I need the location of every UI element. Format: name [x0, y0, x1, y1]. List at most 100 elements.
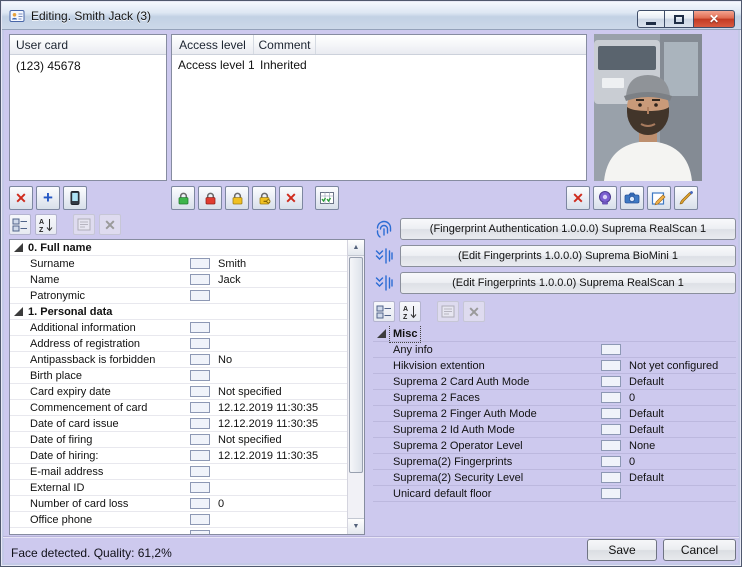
vertical-scrollbar[interactable]: ▲ ▼	[347, 240, 364, 534]
property-editor-box[interactable]	[601, 456, 621, 467]
remove-access-button[interactable]: ✕	[279, 186, 303, 210]
access-level-row[interactable]: Access level 1 Inherited	[172, 55, 586, 74]
lock-red-button[interactable]	[198, 186, 222, 210]
property-row[interactable]: Suprema(2) Fingerprints 0	[373, 454, 736, 470]
maximize-button[interactable]	[665, 10, 693, 28]
clear-property-button[interactable]: ✕	[99, 214, 121, 235]
property-editor-box[interactable]	[190, 274, 210, 285]
property-row[interactable]: Commencement of card 12.12.2019 11:30:35	[10, 400, 347, 416]
clear-property-button[interactable]: ✕	[463, 301, 485, 322]
sort-alphabetical-button[interactable]: A Z	[399, 301, 421, 322]
delete-card-button[interactable]: ✕	[9, 186, 33, 210]
edit-fingerprints-biomini-button[interactable]: (Edit Fingerprints 1.0.0.0) Suprema BioM…	[400, 245, 736, 267]
property-editor-box[interactable]	[190, 258, 210, 269]
add-card-button[interactable]: +	[36, 186, 60, 210]
property-row[interactable]: Date of firing Not specified	[10, 432, 347, 448]
property-editor-box[interactable]	[190, 322, 210, 333]
property-row[interactable]: Date of card issue 12.12.2019 11:30:35	[10, 416, 347, 432]
user-card-column-header[interactable]: User card	[10, 35, 166, 55]
minimize-button[interactable]	[637, 10, 665, 28]
property-row[interactable]: E-mail address	[10, 464, 347, 480]
lock-key-button[interactable]	[252, 186, 276, 210]
sort-alphabetical-button[interactable]: A Z	[35, 214, 57, 235]
read-card-button[interactable]	[63, 186, 87, 210]
access-level-column-header[interactable]: Access level	[172, 35, 254, 54]
property-row-name[interactable]: Name Jack	[10, 272, 347, 288]
property-row[interactable]: Hikvision extention Not yet configured	[373, 358, 736, 374]
property-editor-box[interactable]	[601, 344, 621, 355]
property-row[interactable]: Suprema 2 Id Auth Mode Default	[373, 422, 736, 438]
property-editor-box[interactable]	[190, 418, 210, 429]
property-row-surname[interactable]: Surname Smith	[10, 256, 347, 272]
lock-green-button[interactable]	[171, 186, 195, 210]
property-editor-box[interactable]	[601, 360, 621, 371]
property-row[interactable]: Address of registration	[10, 336, 347, 352]
save-button[interactable]: Save	[587, 539, 657, 561]
property-editor-box[interactable]	[190, 530, 210, 534]
edit-fingerprints-realscan-button[interactable]: (Edit Fingerprints 1.0.0.0) Suprema Real…	[400, 272, 736, 294]
property-row[interactable]: Any info	[373, 342, 736, 358]
property-editor-box[interactable]	[601, 488, 621, 499]
property-row[interactable]: Office phone	[10, 512, 347, 528]
property-row[interactable]: Suprema 2 Finger Auth Mode Default	[373, 406, 736, 422]
scroll-up-button[interactable]: ▲	[348, 240, 364, 256]
categorized-view-button[interactable]	[9, 214, 31, 235]
camera-button[interactable]	[620, 186, 644, 210]
fingerprint-auth-button[interactable]: (Fingerprint Authentication 1.0.0.0) Sup…	[400, 218, 736, 240]
category-full-name[interactable]: 0. Full name	[10, 240, 347, 256]
property-editor-box[interactable]	[601, 376, 621, 387]
property-row-clipped[interactable]	[10, 528, 347, 534]
cancel-button[interactable]: Cancel	[663, 539, 736, 561]
access-table-button[interactable]	[315, 186, 339, 210]
property-editor-box[interactable]	[190, 290, 210, 301]
comment-column-header[interactable]: Comment	[254, 35, 316, 54]
property-pages-button[interactable]	[437, 301, 459, 322]
titlebar[interactable]: Editing. Smith Jack (3)	[2, 2, 742, 30]
property-pages-button[interactable]	[73, 214, 95, 235]
category-personal-data[interactable]: 1. Personal data	[10, 304, 347, 320]
property-row[interactable]: Date of hiring: 12.12.2019 11:30:35	[10, 448, 347, 464]
user-card-item[interactable]: (123) 45678	[10, 55, 166, 77]
property-editor-box[interactable]	[601, 440, 621, 451]
property-row[interactable]: Suprema 2 Card Auth Mode Default	[373, 374, 736, 390]
lock-yellow-button[interactable]	[225, 186, 249, 210]
scroll-down-button[interactable]: ▼	[348, 518, 364, 534]
property-editor-box[interactable]	[601, 472, 621, 483]
property-editor-box[interactable]	[190, 482, 210, 493]
property-row[interactable]: Birth place	[10, 368, 347, 384]
property-editor-box[interactable]	[190, 370, 210, 381]
scrollbar-thumb[interactable]	[349, 257, 363, 473]
paint-photo-button[interactable]	[674, 186, 698, 210]
property-editor-box[interactable]	[190, 450, 210, 461]
property-editor-box[interactable]	[190, 466, 210, 477]
property-row[interactable]: Card expiry date Not specified	[10, 384, 347, 400]
property-row[interactable]: Suprema 2 Faces 0	[373, 390, 736, 406]
property-editor-box[interactable]	[601, 408, 621, 419]
categorized-icon	[12, 217, 28, 233]
property-editor-box[interactable]	[190, 402, 210, 413]
webcam-button[interactable]	[593, 186, 617, 210]
property-editor-box[interactable]	[601, 392, 621, 403]
property-editor-box[interactable]	[190, 434, 210, 445]
delete-photo-button[interactable]: ✕	[566, 186, 590, 210]
category-misc[interactable]: Misc	[373, 326, 736, 342]
property-editor-box[interactable]	[190, 338, 210, 349]
property-editor-box[interactable]	[601, 424, 621, 435]
property-row[interactable]: Number of card loss 0	[10, 496, 347, 512]
property-editor-box[interactable]	[190, 498, 210, 509]
edit-photo-button[interactable]	[647, 186, 671, 210]
property-row-patronymic[interactable]: Patronymic	[10, 288, 347, 304]
property-row[interactable]: External ID	[10, 480, 347, 496]
property-row[interactable]: Unicard default floor	[373, 486, 736, 502]
property-row[interactable]: Suprema(2) Security Level Default	[373, 470, 736, 486]
property-value: 12.12.2019 11:30:35	[218, 401, 318, 415]
close-button[interactable]: ✕	[693, 10, 735, 28]
property-label: E-mail address	[10, 465, 190, 479]
categorized-view-button[interactable]	[373, 301, 395, 322]
property-row[interactable]: Antipassback is forbidden No	[10, 352, 347, 368]
property-editor-box[interactable]	[190, 514, 210, 525]
property-editor-box[interactable]	[190, 354, 210, 365]
property-row[interactable]: Suprema 2 Operator Level None	[373, 438, 736, 454]
property-row[interactable]: Additional information	[10, 320, 347, 336]
property-editor-box[interactable]	[190, 386, 210, 397]
